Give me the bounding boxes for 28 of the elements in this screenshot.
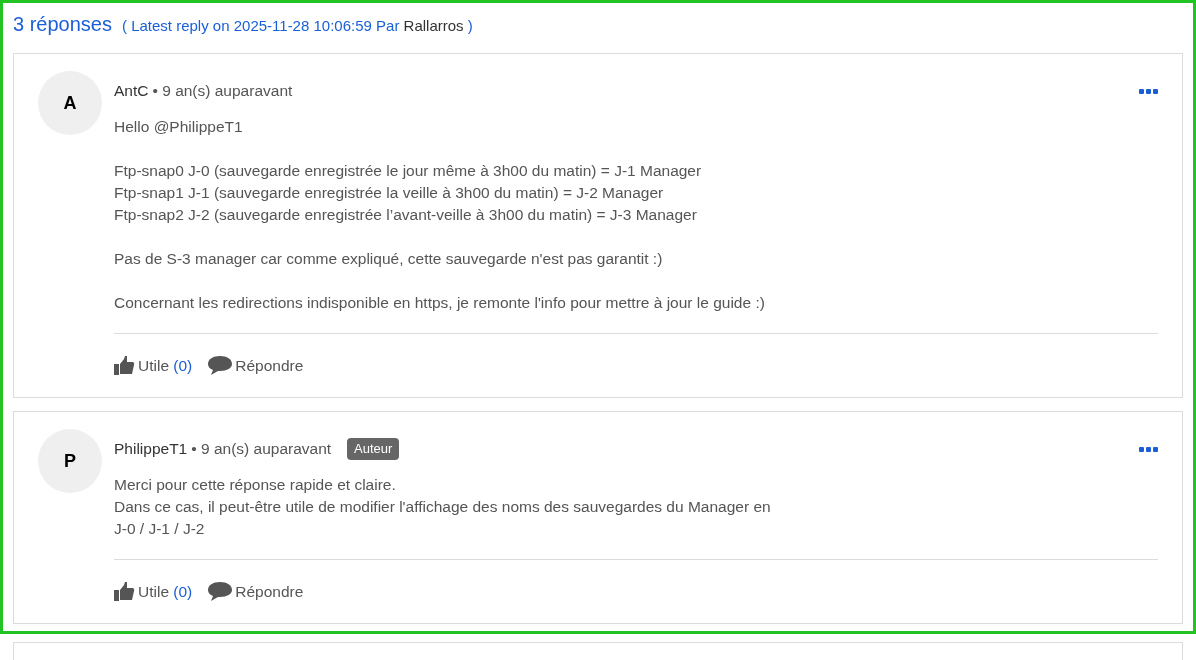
speech-bubble-icon [208, 582, 233, 601]
reply-button[interactable]: Répondre [208, 579, 304, 604]
body-text: Hello @PhilippeT1 [114, 117, 244, 137]
body-text: Ftp-snap1 J-1 (sauvegarde enregistrée la veille à 3h00 du matin) = J-2 Manager [114, 183, 665, 203]
author-name[interactable]: PhilippeT1 [114, 437, 188, 461]
body-text: Merci pour cette réponse rapide et claire. [114, 475, 397, 495]
reply-button[interactable]: Répondre [208, 353, 304, 378]
post-time: • 9 an(s) auparavant [191, 439, 332, 460]
speech-bubble-icon [208, 356, 233, 375]
author-name[interactable]: AntC [114, 79, 149, 103]
more-icon[interactable] [1139, 88, 1158, 94]
avatar: P [38, 429, 102, 493]
body-text: Concernant les redirections indisponible en https, je remonte l'info pour mettre à jour le guide :) [114, 293, 766, 313]
avatar: A [38, 71, 102, 135]
body-text: Ftp-snap0 J-0 (sauvegarde enregistrée le jour même à 3h00 du matin) = J-1 Manager [114, 161, 703, 181]
thumbs-up-icon [114, 356, 135, 375]
body-text: Ftp-snap2 J-2 (sauvegarde enregistrée l’avant-veille à 3h00 du matin) = J-3 Manager [114, 205, 698, 225]
body-text: Dans ce cas, il peut-être utile de modifier l'affichage des noms des sauvegardes du Manager en [114, 497, 772, 517]
like-button[interactable]: Utile (0) [114, 579, 193, 604]
replies-count: 3 réponses [13, 12, 112, 37]
latest-reply-info: ( Latest reply on 2025-11-28 10:06:59 Par Rallarros ) [121, 16, 473, 36]
author-badge: Auteur [347, 438, 400, 460]
more-icon[interactable] [1139, 446, 1158, 452]
body-text: Pas de S-3 manager car comme expliqué, cette sauvegarde n'est pas garantit :) [114, 249, 664, 269]
body-text: J-0 / J-1 / J-2 [114, 519, 206, 539]
like-button[interactable]: Utile (0) [114, 353, 193, 378]
thumbs-up-icon [114, 582, 135, 601]
post-time: • 9 an(s) auparavant [152, 81, 293, 102]
